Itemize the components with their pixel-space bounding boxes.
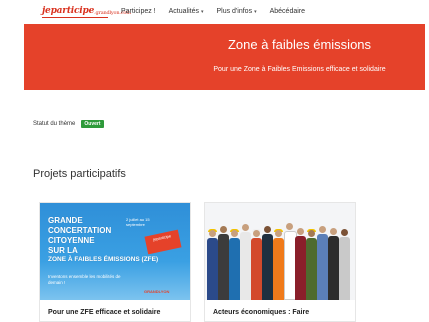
poster-line: SUR LA xyxy=(48,246,78,255)
project-card[interactable]: Acteurs économiques : Faire xyxy=(204,202,356,322)
workers-group-photo-icon xyxy=(205,203,355,300)
site-logo[interactable]: jeparticipe.grandlyon.com xyxy=(42,6,131,18)
logo-underline xyxy=(42,17,108,18)
nav-label: Plus d'infos xyxy=(216,8,253,15)
theme-status: Statut du thème Ouvert xyxy=(33,120,104,128)
poster-city: GRANDLYON xyxy=(144,289,170,294)
caret-down-icon: ▾ xyxy=(200,9,204,15)
section-title: Projets participatifs xyxy=(33,168,126,180)
logo-text: jeparticipe xyxy=(42,6,95,16)
nav-label: Abécédaire xyxy=(269,8,306,15)
poster-subtext: Inventons ensemble les mobilités de dema… xyxy=(48,274,121,285)
poster-line: CONCERTATION xyxy=(48,226,112,235)
page-subtitle: Pour une Zone à Faibles Emissions effica… xyxy=(213,66,386,73)
nav-plus-infos[interactable]: Plus d'infos ▾ xyxy=(217,8,257,15)
page-title: Zone à faibles émissions xyxy=(227,37,372,52)
project-card-title[interactable]: Acteurs économiques : Faire xyxy=(213,309,309,316)
poster-date: 2 juillet au 15 septembre xyxy=(126,217,150,227)
project-poster-image: GRANDE CONCERTATION CITOYENNE SUR LA ZON… xyxy=(40,203,190,300)
nav-abecedaire[interactable]: Abécédaire xyxy=(270,8,305,15)
project-card[interactable]: GRANDE CONCERTATION CITOYENNE SUR LA ZON… xyxy=(39,202,191,322)
project-card-title[interactable]: Pour une ZFE efficace et solidaire xyxy=(48,309,160,316)
poster-line: GRANDE xyxy=(48,216,83,225)
poster-line: ZONE À FAIBLES ÉMISSIONS (ZFE) xyxy=(48,256,159,263)
status-badge: Ouvert xyxy=(81,120,104,128)
nav-label: Participez ! xyxy=(121,8,156,15)
main-nav: Participez ! Actualités ▾ Plus d'infos ▾ A… xyxy=(121,8,318,15)
caret-down-icon: ▾ xyxy=(254,9,257,15)
top-navbar: jeparticipe.grandlyon.com Participez ! A… xyxy=(0,0,429,26)
hero-banner: Zone à faibles émissions Pour une Zone à… xyxy=(24,24,425,90)
poster-tag: jeparticipe xyxy=(144,229,182,255)
poster-line: CITOYENNE xyxy=(48,236,95,245)
nav-participez[interactable]: Participez ! xyxy=(121,8,156,15)
nav-label: Actualités xyxy=(168,8,199,15)
nav-actualites[interactable]: Actualités ▾ xyxy=(169,8,204,15)
status-label: Statut du thème xyxy=(33,121,76,127)
